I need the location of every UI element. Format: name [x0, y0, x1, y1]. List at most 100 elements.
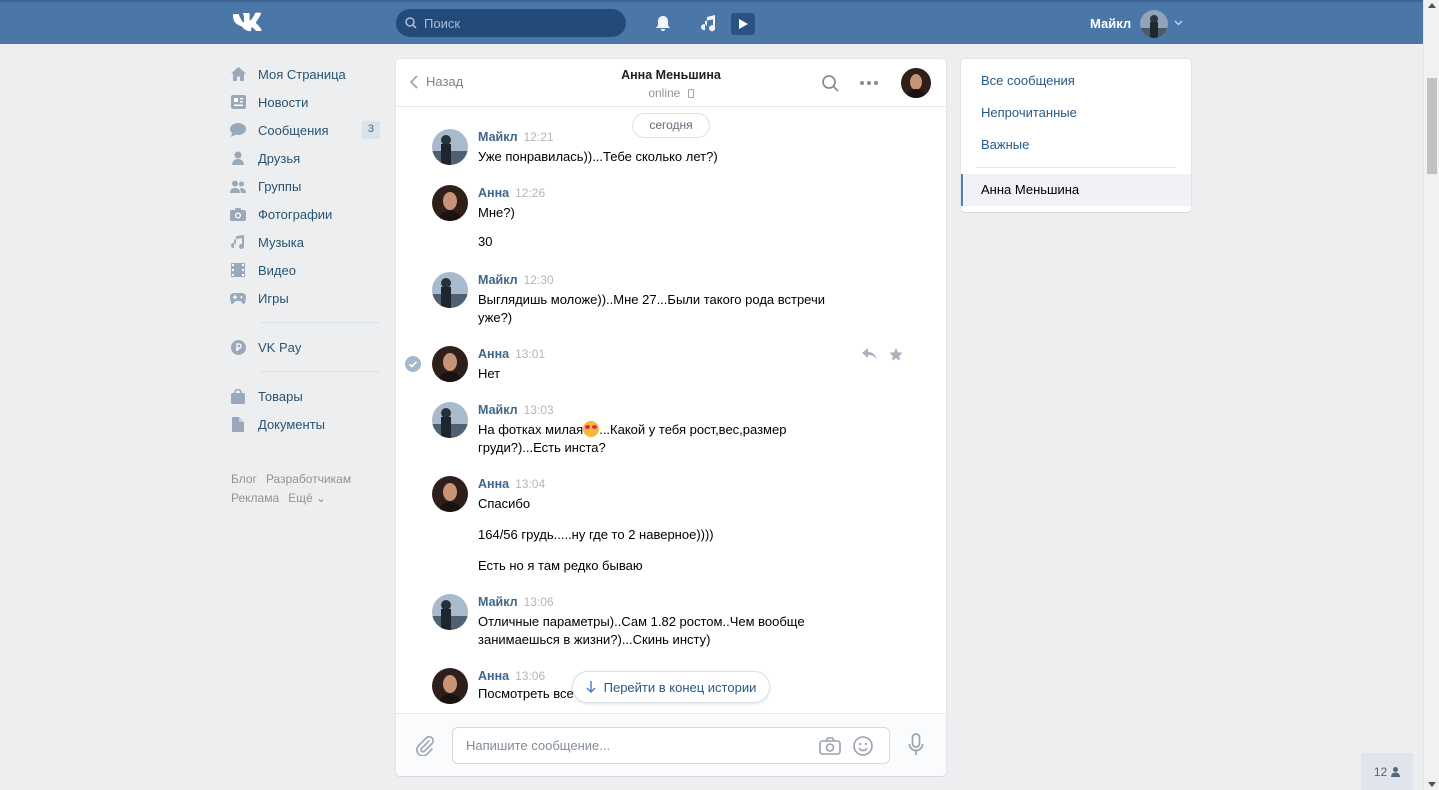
sidebar-item-news[interactable]: Новости — [230, 88, 380, 116]
message-author[interactable]: Майкл 12:30 — [478, 273, 554, 287]
message-text-part: На фотках милая — [478, 422, 584, 437]
chat-header: Назад Анна Меньшина online — [396, 59, 946, 107]
notifications-bell-icon[interactable] — [655, 15, 671, 33]
counter-value: 12 — [1373, 764, 1388, 779]
sidebar-item-label: Фотографии — [258, 206, 333, 222]
message-author[interactable]: Анна 12:26 — [478, 186, 545, 200]
mobile-icon — [687, 89, 694, 98]
footer-more-label: Ещё — [288, 491, 313, 505]
music-icon[interactable] — [701, 15, 717, 33]
footer-blog-link[interactable]: Блог — [231, 472, 257, 486]
filter-important[interactable]: Важные — [981, 137, 1029, 152]
sidebar-item-label: Музыка — [258, 234, 304, 250]
avatar[interactable] — [432, 402, 468, 438]
sidebar-item-documents[interactable]: Документы — [230, 410, 380, 438]
avatar[interactable] — [432, 346, 468, 382]
market-icon — [230, 388, 246, 404]
message-author[interactable]: Майкл 13:06 — [478, 595, 554, 609]
sidebar-item-label: Документы — [258, 416, 326, 432]
avatar[interactable] — [432, 129, 468, 165]
message-author[interactable]: Анна 13:04 — [478, 477, 545, 491]
sidebar-item-friends[interactable]: Друзья — [230, 144, 380, 172]
chevron-down-icon: ⌄ — [316, 491, 327, 505]
sidebar-item-label: Друзья — [258, 150, 301, 166]
message-author[interactable]: Майкл 12:21 — [478, 130, 554, 144]
contact-avatar[interactable] — [901, 68, 931, 98]
footer-dev-link[interactable]: Разработчикам — [266, 472, 351, 486]
sidebar-item-label: Группы — [258, 178, 302, 194]
jump-to-end-button[interactable]: Перейти в конец истории — [572, 671, 770, 703]
author-name: Майкл — [478, 273, 518, 287]
sidebar-item-label: Новости — [258, 94, 309, 110]
filter-unread[interactable]: Непрочитанные — [981, 105, 1077, 120]
sidebar-item-video[interactable]: Видео — [230, 256, 380, 284]
sidebar-item-vkpay[interactable]: VK Pay — [230, 333, 380, 361]
chevron-down-icon[interactable] — [1174, 20, 1183, 26]
message-time: 13:06 — [523, 595, 554, 609]
user-name[interactable]: Майкл — [1090, 16, 1131, 31]
microphone-icon[interactable] — [908, 733, 924, 757]
attach-paperclip-icon[interactable] — [416, 736, 434, 756]
avatar[interactable] — [432, 476, 468, 512]
author-name: Анна — [478, 347, 510, 361]
person-icon — [1391, 766, 1401, 777]
search-box[interactable]: Поиск — [396, 9, 626, 37]
sidebar-item-music[interactable]: Музыка — [230, 228, 380, 256]
sidebar-item-label: VK Pay — [258, 339, 302, 355]
reply-icon[interactable] — [862, 348, 877, 360]
camera-icon[interactable] — [819, 737, 841, 755]
footer-more-link[interactable]: Ещё ⌄ — [288, 491, 326, 505]
vkpay-icon — [230, 339, 246, 355]
footer-ads-link[interactable]: Реклама — [231, 491, 279, 505]
avatar[interactable] — [432, 668, 468, 704]
page-scrollbar[interactable] — [1423, 0, 1439, 790]
author-name: Майкл — [478, 595, 518, 609]
scrollbar-thumb[interactable] — [1427, 78, 1437, 174]
avatar[interactable] — [432, 594, 468, 630]
view-all-link[interactable]: Посмотреть все — [478, 685, 574, 703]
author-name: Анна — [478, 186, 510, 200]
panel-divider — [976, 167, 1176, 168]
star-icon[interactable] — [889, 348, 903, 361]
vk-logo[interactable] — [231, 12, 265, 32]
chat-panel: Назад Анна Меньшина online сегодня Майкл… — [396, 59, 946, 776]
sidebar-item-groups[interactable]: Группы — [230, 172, 380, 200]
sidebar-item-games[interactable]: Игры — [230, 284, 380, 312]
message-author[interactable]: Анна 13:01 — [478, 347, 545, 361]
filter-all-messages[interactable]: Все сообщения — [981, 73, 1075, 88]
sidebar-item-label: Сообщения — [258, 122, 329, 138]
play-button[interactable] — [731, 13, 755, 35]
select-check-icon[interactable] — [405, 356, 421, 372]
messages-filter-panel: Все сообщения Непрочитанные Важные Анна … — [961, 59, 1191, 212]
documents-icon — [230, 416, 246, 432]
avatar[interactable] — [432, 185, 468, 221]
left-sidebar: Моя Страница Новости Сообщения 3 Друзья … — [230, 60, 380, 438]
play-icon — [739, 19, 748, 29]
message-text: Мне?) — [478, 205, 515, 220]
emoji-smile-icon[interactable] — [853, 736, 873, 756]
contact-name[interactable]: Анна Меньшина — [396, 68, 946, 82]
message-input[interactable]: Напишите сообщение... — [452, 727, 890, 764]
scroll-down-arrow-icon[interactable] — [1428, 782, 1436, 787]
message-input-placeholder: Напишите сообщение... — [466, 738, 611, 753]
avatar[interactable] — [432, 272, 468, 308]
message-author[interactable]: Анна 13:06 — [478, 669, 545, 683]
sidebar-item-market[interactable]: Товары — [230, 382, 380, 410]
date-separator: сегодня — [632, 113, 710, 138]
sidebar-item-photos[interactable]: Фотографии — [230, 200, 380, 228]
sidebar-item-messages[interactable]: Сообщения 3 — [230, 116, 380, 144]
user-avatar[interactable] — [1140, 10, 1168, 38]
sidebar-footer: Блог Разработчикам Реклама Ещё ⌄ — [231, 470, 391, 508]
more-options-icon[interactable] — [860, 81, 878, 85]
active-conversation-item[interactable]: Анна Меньшина — [961, 174, 1191, 206]
top-bar: Поиск Майкл — [0, 0, 1423, 44]
message-author[interactable]: Майкл 13:03 — [478, 403, 554, 417]
sidebar-item-my-page[interactable]: Моя Страница — [230, 60, 380, 88]
search-icon — [405, 17, 417, 29]
news-icon — [230, 94, 246, 110]
search-icon[interactable] — [822, 75, 839, 92]
message-time: 13:04 — [515, 477, 546, 491]
scroll-up-arrow-icon[interactable] — [1428, 3, 1436, 8]
online-friends-counter[interactable]: 12 — [1361, 753, 1413, 790]
status-text: online — [648, 86, 681, 100]
